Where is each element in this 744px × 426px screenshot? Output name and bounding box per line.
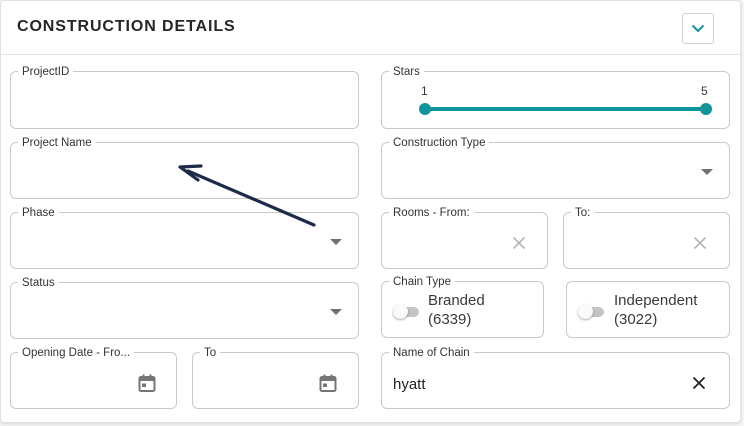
project-id-label: ProjectID <box>18 66 74 79</box>
construction-type-dropdown[interactable]: Construction Type <box>381 137 730 199</box>
opening-date-to-label: To <box>200 347 221 360</box>
stars-slider-max-thumb[interactable] <box>700 103 712 115</box>
dropdown-caret-icon <box>330 238 342 245</box>
stars-slider-min-thumb[interactable] <box>419 103 431 115</box>
calendar-icon[interactable] <box>318 373 338 393</box>
phase-label: Phase <box>18 207 59 220</box>
rooms-to-field[interactable]: To: <box>563 207 730 269</box>
panel-title: CONSTRUCTION DETAILS <box>17 18 236 35</box>
panel-header: CONSTRUCTION DETAILS <box>1 1 740 55</box>
opening-date-from-field[interactable]: Opening Date - Fro... <box>10 347 177 409</box>
construction-details-panel: CONSTRUCTION DETAILS ProjectID Project N… <box>0 0 741 423</box>
name-of-chain-value: hyatt <box>393 376 426 393</box>
branded-toggle[interactable] <box>393 304 419 319</box>
project-id-field[interactable]: ProjectID <box>10 66 359 129</box>
stars-label: Stars <box>389 66 424 79</box>
stars-slider-track[interactable] <box>424 107 706 111</box>
status-dropdown[interactable]: Status <box>10 277 359 339</box>
construction-type-label: Construction Type <box>389 137 490 150</box>
rooms-from-field[interactable]: Rooms - From: <box>381 207 548 269</box>
dropdown-caret-icon <box>701 168 713 175</box>
independent-count: (3022) <box>614 311 658 328</box>
collapse-button[interactable] <box>682 13 714 44</box>
toggle-knob <box>393 304 408 319</box>
project-name-label: Project Name <box>18 137 96 150</box>
status-label: Status <box>18 277 59 290</box>
calendar-icon[interactable] <box>137 373 157 393</box>
clear-icon[interactable] <box>512 236 526 250</box>
name-of-chain-field[interactable]: Name of Chain hyatt <box>381 347 730 409</box>
rooms-to-label: To: <box>571 207 595 220</box>
project-name-field[interactable]: Project Name <box>10 137 359 199</box>
toggle-knob <box>578 304 593 319</box>
chain-type-label: Chain Type <box>389 276 455 289</box>
branded-label: Branded <box>428 292 485 309</box>
chain-type-independent-field[interactable]: Independent (3022) <box>566 281 730 338</box>
independent-toggle[interactable] <box>578 304 604 319</box>
independent-label: Independent <box>614 292 698 309</box>
phase-dropdown[interactable]: Phase <box>10 207 359 269</box>
opening-date-from-label: Opening Date - Fro... <box>18 347 135 360</box>
branded-count: (6339) <box>428 311 472 328</box>
chevron-down-icon <box>691 24 705 33</box>
dropdown-caret-icon <box>330 308 342 315</box>
clear-icon[interactable] <box>692 376 706 390</box>
stars-max-label: 5 <box>701 84 708 98</box>
clear-icon[interactable] <box>693 236 707 250</box>
stars-min-label: 1 <box>421 84 428 98</box>
name-of-chain-label: Name of Chain <box>389 347 474 360</box>
opening-date-to-field[interactable]: To <box>192 347 359 409</box>
rooms-from-label: Rooms - From: <box>389 207 474 220</box>
stars-slider-field: Stars 1 5 <box>381 66 730 129</box>
chain-type-branded-field[interactable]: Chain Type Branded (6339) <box>381 276 544 338</box>
